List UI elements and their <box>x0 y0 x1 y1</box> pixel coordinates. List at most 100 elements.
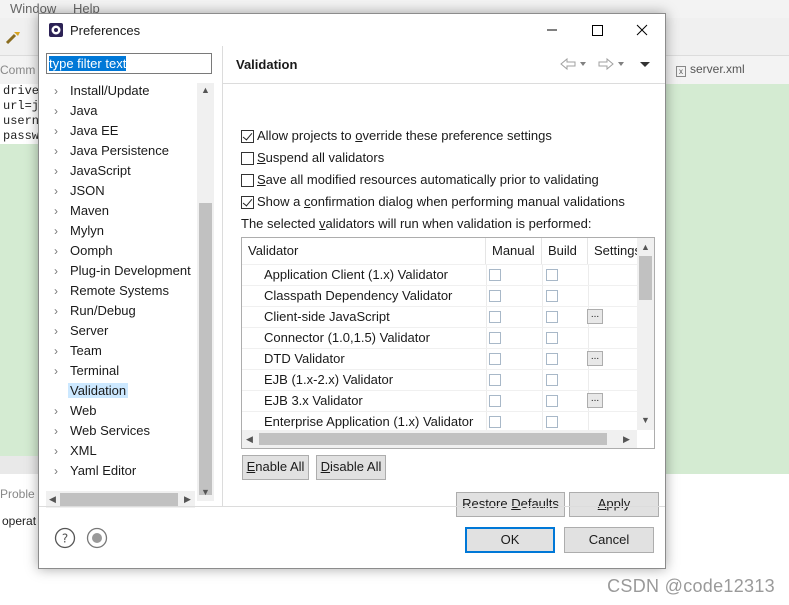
scroll-down-icon[interactable]: ▼ <box>641 415 650 425</box>
chevron-right-icon[interactable]: › <box>54 444 64 458</box>
view-menu-icon[interactable] <box>638 56 652 72</box>
table-vertical-scrollbar[interactable]: ▲ ▼ <box>637 238 654 430</box>
scroll-right-icon[interactable]: ▶ <box>623 434 630 444</box>
editor-tab-server-xml[interactable]: x server.xml <box>676 62 745 77</box>
tree-item[interactable]: › Oomph <box>46 241 196 261</box>
table-scroll-thumb[interactable] <box>639 256 652 300</box>
close-button[interactable] <box>619 14 665 46</box>
tree-item[interactable]: › Team <box>46 341 196 361</box>
chevron-right-icon[interactable]: › <box>54 424 64 438</box>
manual-checkbox[interactable] <box>489 332 501 344</box>
tree-item[interactable]: Validation <box>46 381 196 401</box>
chevron-right-icon[interactable]: › <box>54 364 64 378</box>
settings-button[interactable]: ... <box>587 351 603 366</box>
editor-hscrollbar[interactable] <box>0 456 40 474</box>
build-checkbox[interactable] <box>546 332 558 344</box>
dialog-titlebar[interactable]: Preferences <box>39 14 665 46</box>
manual-checkbox[interactable] <box>489 269 501 281</box>
table-row[interactable]: Application Client (1.x) Validator <box>242 264 637 286</box>
chevron-right-icon[interactable]: › <box>54 124 64 138</box>
scroll-left-icon[interactable]: ◀ <box>246 434 253 444</box>
table-row[interactable]: DTD Validator... <box>242 348 637 370</box>
column-header-settings[interactable]: Settings <box>588 238 637 264</box>
tree-item[interactable]: › Terminal <box>46 361 196 381</box>
filter-input[interactable]: type filter text <box>46 53 212 74</box>
table-row[interactable]: Enterprise Application (1.x) Validator <box>242 411 637 433</box>
tree-item[interactable]: › JSON <box>46 181 196 201</box>
settings-button[interactable]: ... <box>587 393 603 408</box>
disable-all-button[interactable]: Disable All <box>316 455 386 480</box>
record-macro-icon[interactable] <box>86 527 108 549</box>
chevron-right-icon[interactable]: › <box>54 244 64 258</box>
column-header-validator[interactable]: Validator <box>242 238 486 264</box>
editor-tab-left[interactable]: Comm <box>0 63 35 77</box>
table-hscroll-thumb[interactable] <box>259 433 607 445</box>
table-horizontal-scrollbar[interactable]: ◀ ▶ <box>242 430 637 448</box>
settings-button[interactable]: ... <box>587 309 603 324</box>
tree-item[interactable]: › Java Persistence <box>46 141 196 161</box>
chevron-right-icon[interactable]: › <box>54 164 64 178</box>
tree-hscroll-thumb[interactable] <box>60 493 178 506</box>
manual-checkbox[interactable] <box>489 395 501 407</box>
build-checkbox[interactable] <box>546 374 558 386</box>
tree-item[interactable]: › JavaScript <box>46 161 196 181</box>
scroll-up-icon[interactable]: ▲ <box>201 85 210 95</box>
table-row[interactable]: Connector (1.0,1.5) Validator <box>242 327 637 349</box>
table-row[interactable]: EJB 3.x Validator... <box>242 390 637 412</box>
tree-scroll-thumb[interactable] <box>199 203 212 495</box>
tree-vertical-scrollbar[interactable]: ▲ ▼ <box>197 83 214 501</box>
chevron-right-icon[interactable]: › <box>54 344 64 358</box>
cancel-button[interactable]: Cancel <box>564 527 654 553</box>
column-header-manual[interactable]: Manual <box>486 238 542 264</box>
build-checkbox[interactable] <box>546 290 558 302</box>
chevron-right-icon[interactable]: › <box>54 304 64 318</box>
help-icon[interactable]: ? <box>54 527 76 549</box>
forward-nav-icon[interactable] <box>596 56 626 72</box>
manual-checkbox[interactable] <box>489 311 501 323</box>
chevron-right-icon[interactable]: › <box>54 104 64 118</box>
chevron-right-icon[interactable]: › <box>54 224 64 238</box>
manual-checkbox[interactable] <box>489 416 501 428</box>
tree-item[interactable]: › Install/Update <box>46 81 196 101</box>
build-checkbox[interactable] <box>546 311 558 323</box>
tree-item[interactable]: › Yaml Editor <box>46 461 196 481</box>
table-row[interactable]: Classpath Dependency Validator <box>242 285 637 307</box>
checkbox-box[interactable] <box>241 152 254 165</box>
tree-item[interactable]: › Mylyn <box>46 221 196 241</box>
checkbox-box[interactable] <box>241 196 254 209</box>
checkbox-box[interactable] <box>241 130 254 143</box>
maximize-button[interactable] <box>574 14 620 46</box>
chevron-right-icon[interactable]: › <box>54 184 64 198</box>
scroll-up-icon[interactable]: ▲ <box>641 242 650 252</box>
build-checkbox[interactable] <box>546 416 558 428</box>
table-row[interactable]: Client-side JavaScript... <box>242 306 637 328</box>
scroll-left-icon[interactable]: ◀ <box>49 494 56 504</box>
chevron-right-icon[interactable]: › <box>54 204 64 218</box>
tree-item[interactable]: › Server <box>46 321 196 341</box>
tree-item[interactable]: › Plug-in Development <box>46 261 196 281</box>
chevron-right-icon[interactable]: › <box>54 464 64 478</box>
chevron-right-icon[interactable]: › <box>54 324 64 338</box>
apply-button[interactable]: Apply <box>569 492 659 517</box>
table-row[interactable]: EJB (1.x-2.x) Validator <box>242 369 637 391</box>
minimize-button[interactable] <box>529 14 575 46</box>
tree-item[interactable]: › Java EE <box>46 121 196 141</box>
manual-checkbox[interactable] <box>489 353 501 365</box>
tree-item[interactable]: › Maven <box>46 201 196 221</box>
enable-all-button[interactable]: Enable All <box>242 455 309 480</box>
chevron-right-icon[interactable]: › <box>54 284 64 298</box>
manual-checkbox[interactable] <box>489 374 501 386</box>
scroll-down-icon[interactable]: ▼ <box>201 487 210 497</box>
chevron-right-icon[interactable]: › <box>54 84 64 98</box>
chevron-right-icon[interactable]: › <box>54 144 64 158</box>
scroll-right-icon[interactable]: ▶ <box>184 494 191 504</box>
build-checkbox[interactable] <box>546 395 558 407</box>
chevron-right-icon[interactable]: › <box>54 404 64 418</box>
tree-item[interactable]: › Java <box>46 101 196 121</box>
problems-tab[interactable]: Proble <box>0 487 35 501</box>
column-header-build[interactable]: Build <box>542 238 588 264</box>
manual-checkbox[interactable] <box>489 290 501 302</box>
restore-defaults-button[interactable]: Restore Defaults <box>456 492 565 517</box>
tree-item[interactable]: › XML <box>46 441 196 461</box>
tree-item[interactable]: › Web <box>46 401 196 421</box>
